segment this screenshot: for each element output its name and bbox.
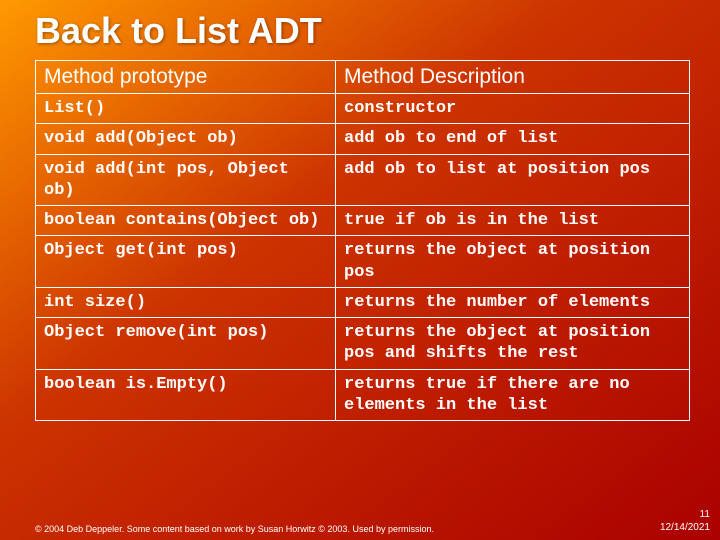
- table-row: List()constructor: [36, 94, 690, 124]
- cell-desc: true if ob is in the list: [336, 206, 690, 236]
- cell-desc: add ob to end of list: [336, 124, 690, 154]
- cell-proto: boolean contains(Object ob): [36, 206, 336, 236]
- cell-proto: Object get(int pos): [36, 236, 336, 288]
- table-row: int size()returns the number of elements: [36, 287, 690, 317]
- header-description: Method Description: [336, 61, 690, 94]
- cell-proto: boolean is.Empty(): [36, 369, 336, 421]
- methods-table: Method prototype Method Description List…: [35, 60, 690, 421]
- cell-proto: Object remove(int pos): [36, 318, 336, 370]
- footer: © 2004 Deb Deppeler. Some content based …: [35, 508, 710, 534]
- cell-desc: returns the number of elements: [336, 287, 690, 317]
- table-header-row: Method prototype Method Description: [36, 61, 690, 94]
- footer-page: 11: [700, 509, 710, 520]
- table-row: boolean contains(Object ob)true if ob is…: [36, 206, 690, 236]
- table-row: boolean is.Empty()returns true if there …: [36, 369, 690, 421]
- slide-title: Back to List ADT: [35, 10, 690, 52]
- cell-desc: constructor: [336, 94, 690, 124]
- footer-credit: © 2004 Deb Deppeler. Some content based …: [35, 524, 434, 534]
- cell-proto: void add(Object ob): [36, 124, 336, 154]
- header-prototype: Method prototype: [36, 61, 336, 94]
- cell-desc: returns true if there are no elements in…: [336, 369, 690, 421]
- cell-proto: List(): [36, 94, 336, 124]
- table-row: void add(Object ob)add ob to end of list: [36, 124, 690, 154]
- cell-proto: int size(): [36, 287, 336, 317]
- cell-proto: void add(int pos, Object ob): [36, 154, 336, 206]
- table-row: Object get(int pos)returns the object at…: [36, 236, 690, 288]
- cell-desc: returns the object at position pos and s…: [336, 318, 690, 370]
- table-row: void add(int pos, Object ob)add ob to li…: [36, 154, 690, 206]
- footer-date: 12/14/2021: [660, 522, 710, 533]
- cell-desc: add ob to list at position pos: [336, 154, 690, 206]
- cell-desc: returns the object at position pos: [336, 236, 690, 288]
- table-row: Object remove(int pos)returns the object…: [36, 318, 690, 370]
